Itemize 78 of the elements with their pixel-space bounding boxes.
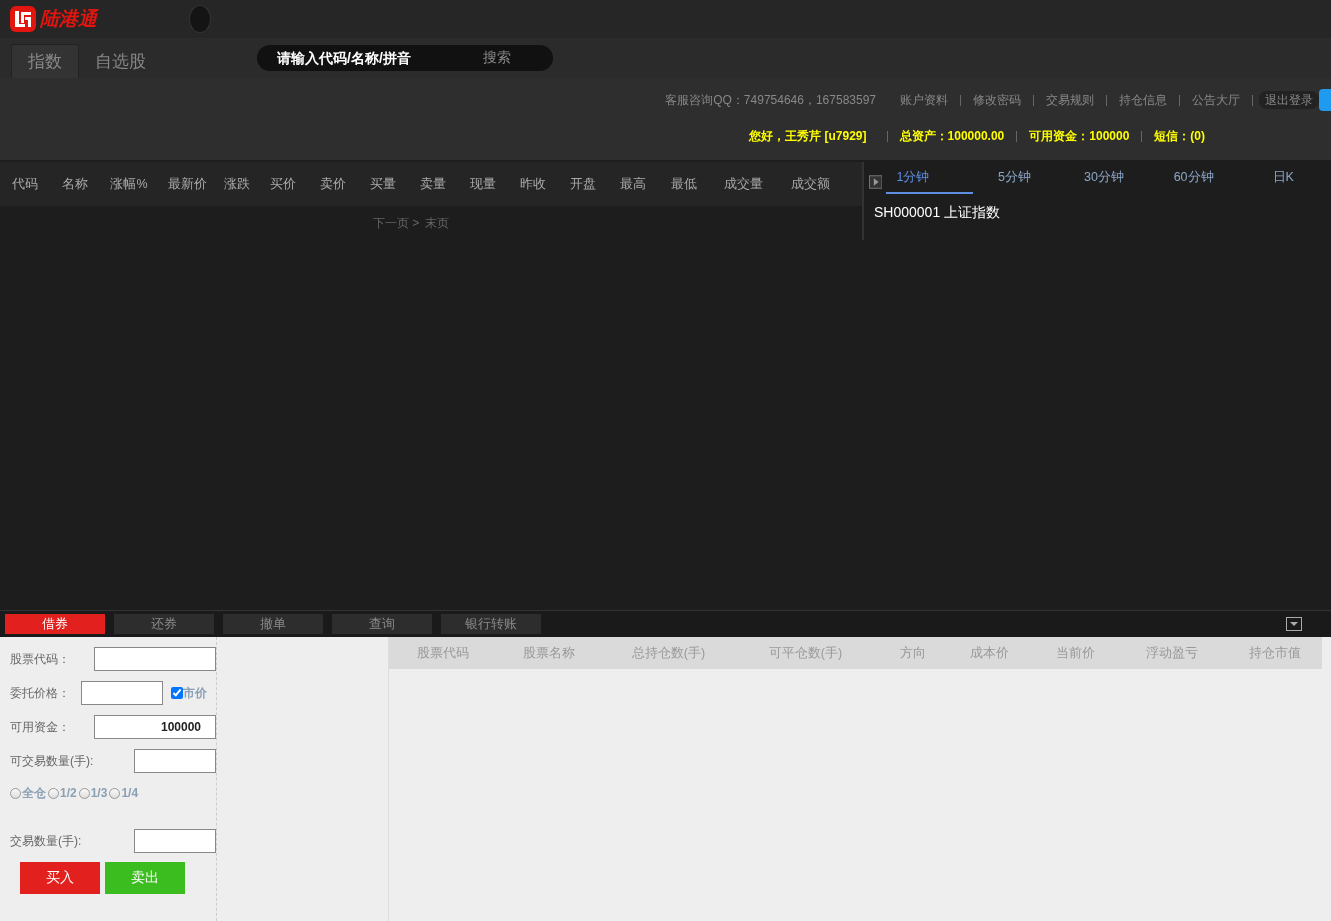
search-field[interactable]: 请输入代码/名称/拼音 搜索 [257,45,553,71]
radio-label: 1/4 [121,786,139,800]
column-header[interactable]: 最新价 [158,175,216,193]
column-header[interactable]: 卖价 [308,175,358,193]
checkbox-label: 市价 [183,684,207,702]
account-info-text: 短信：(0) [1141,130,1217,142]
header-link[interactable]: 退出登录 [1259,91,1319,109]
column-header[interactable]: 成交额 [776,175,844,193]
input-field[interactable] [94,647,216,671]
column-header[interactable]: 成交量 [710,175,776,193]
header-link[interactable]: 持仓信息 [1107,94,1180,106]
nav-tab[interactable]: 自选股 [79,44,162,78]
ratio-radio[interactable] [78,787,90,799]
dropdown-icon[interactable] [1286,617,1302,631]
field-label: 交易数量(手): [10,832,82,850]
input-field[interactable]: 100000 [94,715,216,739]
chart-period-tab[interactable]: 30分钟 [1062,162,1152,194]
trade-tab[interactable]: 借券 [5,614,105,634]
logo-icon [10,6,36,32]
ratio-radio[interactable] [48,787,59,799]
header-link[interactable]: 公告大厅 [1180,94,1253,106]
column-header: 持仓市值 [1248,644,1302,662]
field-label: 可用资金： [10,718,70,736]
search-button[interactable]: 搜索 [477,48,517,68]
trade-tab[interactable]: 查询 [332,614,432,634]
account-info-text: 总资产：100000.00 [886,130,1017,142]
column-header[interactable]: 最高 [608,175,658,193]
chart-period-tab[interactable]: 5分钟 [972,162,1063,194]
chart-period-tab[interactable]: 1分钟 [886,162,973,194]
radio-label: 1/3 [90,786,108,800]
ratio-radio[interactable] [10,787,21,799]
chart-period-tab[interactable]: 60分钟 [1151,162,1242,194]
column-header[interactable]: 代码 [0,175,50,193]
column-header: 股票代码 [415,644,470,662]
app-icon[interactable] [1319,89,1331,111]
trade-tab[interactable]: 还券 [114,614,214,634]
radio-label: 1/2 [60,786,77,800]
column-header[interactable]: 名称 [50,175,100,193]
header-link[interactable]: 账户资料 [888,94,961,106]
account-info-text: 您好，王秀芹 [u7929] [748,127,868,145]
column-header: 当前价 [1054,644,1096,662]
account-info-text: 可用资金：100000 [1016,130,1142,142]
field-label: 可交易数量(手): [10,752,94,770]
header-link[interactable]: 修改密码 [961,94,1034,106]
chart-period-tab[interactable]: 日K [1241,162,1331,194]
play-icon[interactable] [869,175,883,189]
column-header: 成本价 [968,644,1010,662]
app-logo-text: 陆港通 [40,7,97,31]
column-header: 总持仓数(手) [630,644,707,662]
column-header[interactable]: 买量 [358,175,408,193]
oval-icon [189,5,211,33]
trade-tab[interactable]: 撤单 [223,614,323,634]
input-field[interactable] [81,681,163,705]
chart-title: SH000001 上证指数 [873,203,1002,222]
market-price-checkbox[interactable] [171,687,183,699]
header-link[interactable]: 交易规则 [1034,94,1107,106]
nav-tab[interactable]: 指数 [11,44,79,78]
field-label: 股票代码： [10,650,70,668]
trade-tab[interactable]: 银行转账 [441,614,541,634]
column-header[interactable]: 买价 [258,175,308,193]
service-contact-text: 客服咨询QQ：749754646，167583597 [665,91,876,109]
column-header: 方向 [899,644,927,662]
column-header: 可平仓数(手) [767,644,844,662]
column-header[interactable]: 涨幅% [100,175,158,193]
column-header[interactable]: 现量 [458,175,508,193]
input-field[interactable] [134,829,216,853]
buy-button[interactable]: 买入 [20,862,100,894]
column-header[interactable]: 卖量 [408,175,458,193]
ratio-radio[interactable] [109,787,121,799]
column-header[interactable]: 开盘 [558,175,608,193]
radio-label: 全仓 [22,784,46,802]
input-field[interactable] [134,749,216,773]
column-header[interactable]: 最低 [658,175,710,193]
column-header[interactable]: 昨收 [508,175,558,193]
column-header: 股票名称 [522,644,576,662]
field-label: 委托价格： [10,684,70,702]
column-header[interactable]: 涨跌 [216,175,258,193]
column-header: 浮动盈亏 [1145,644,1199,662]
